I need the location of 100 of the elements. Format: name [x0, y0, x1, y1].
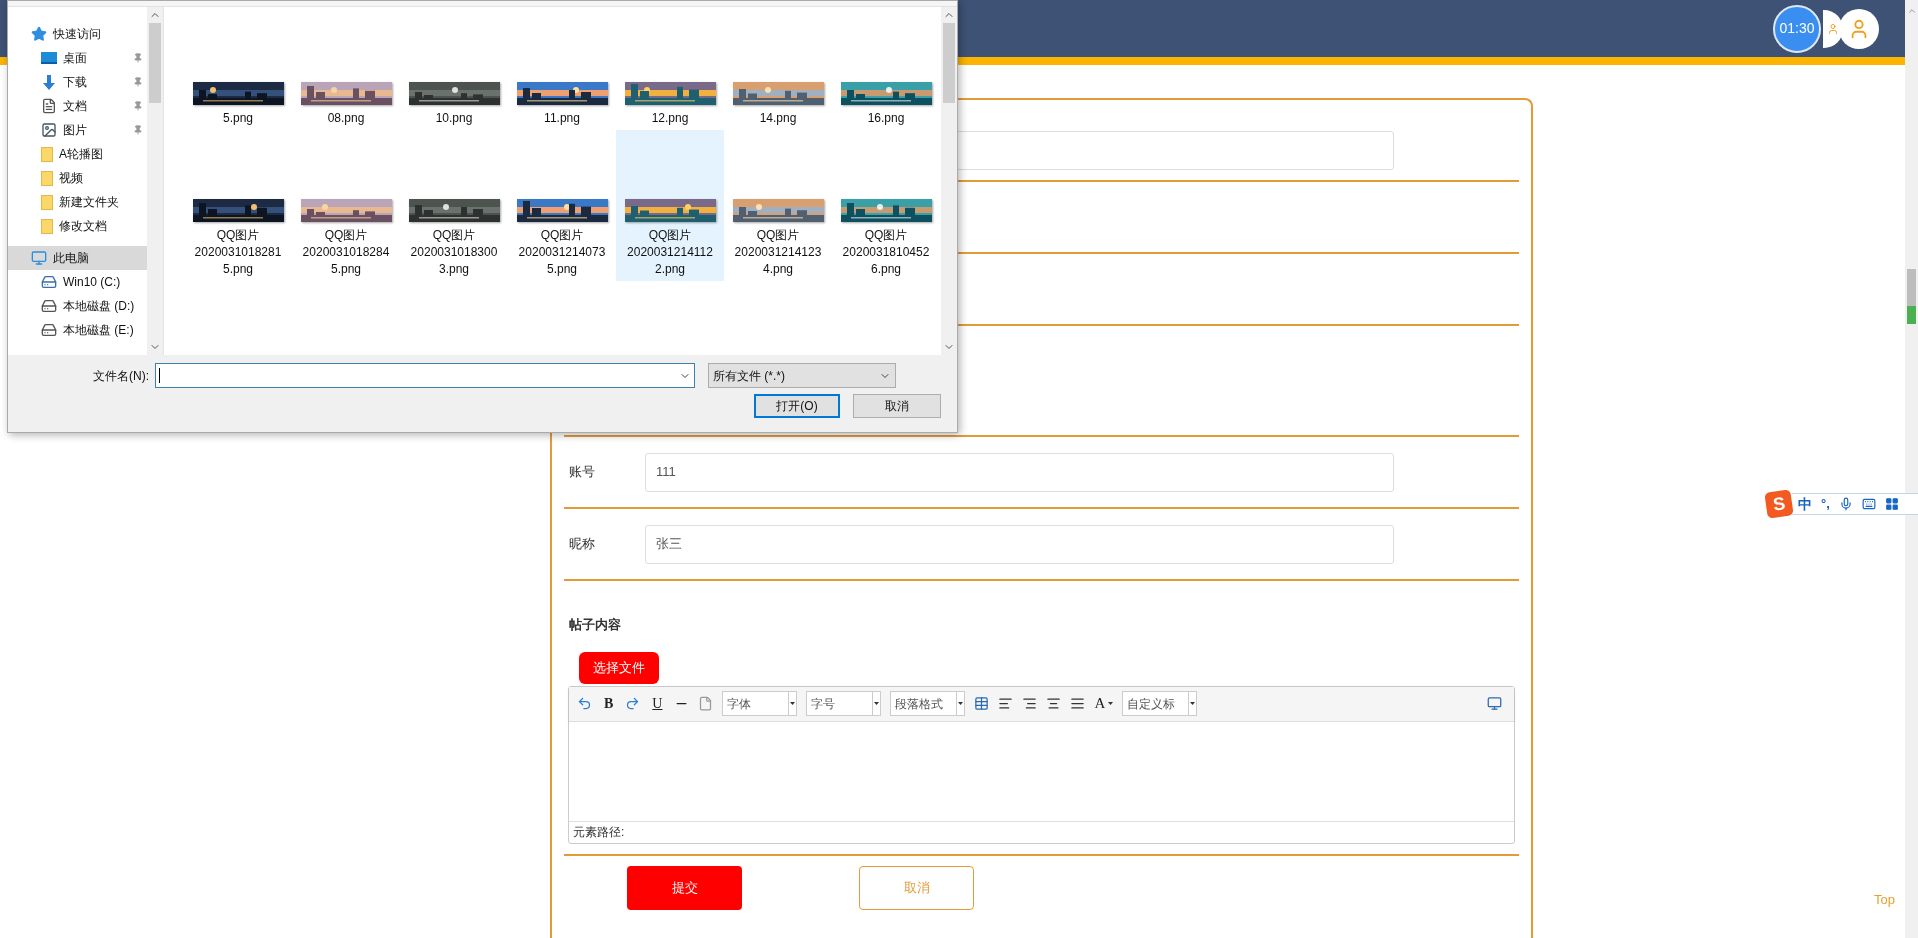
file-name: QQ图片20200312141122.png	[626, 227, 714, 278]
bold-button[interactable]: B	[601, 693, 617, 714]
image-icon	[41, 122, 57, 138]
nav-item[interactable]: Win10 (C:)	[8, 270, 147, 294]
underline-button[interactable]: U	[649, 693, 666, 714]
pin-icon	[133, 53, 143, 63]
folder-icon	[41, 170, 53, 186]
file-item[interactable]: QQ图片20200318104526.png	[832, 130, 940, 281]
nav-label: Win10 (C:)	[63, 274, 121, 291]
toolbar-select[interactable]: 段落格式	[890, 691, 966, 716]
caret-icon	[1108, 702, 1114, 705]
file-item[interactable]: 14.png	[724, 13, 832, 130]
scroll-bar[interactable]	[147, 7, 163, 355]
nav-label: A轮播图	[59, 146, 103, 163]
nav-label: 本地磁盘 (E:)	[63, 322, 134, 339]
align-icon[interactable]	[1022, 696, 1038, 711]
page-scroll-bar[interactable]	[1905, 0, 1918, 938]
nav-item[interactable]: 本地磁盘 (D:)	[8, 294, 147, 318]
nav-item[interactable]: 图片	[8, 118, 147, 142]
source-icon[interactable]	[1487, 696, 1502, 711]
file-name: QQ图片20200318104526.png	[841, 227, 931, 278]
nav-item[interactable]: 快速访问	[8, 22, 147, 46]
page-icon[interactable]	[698, 696, 714, 711]
field-label: 昵称	[568, 535, 596, 554]
table-icon[interactable]	[974, 696, 990, 711]
user-icon[interactable]	[1839, 8, 1879, 49]
text-field[interactable]: 张三	[645, 524, 1394, 564]
nav-label: 新建文件夹	[59, 194, 119, 211]
nav-item[interactable]: 文档	[8, 94, 147, 118]
file-item[interactable]: 12.png	[616, 13, 724, 130]
toolbar-select[interactable]: 字号	[806, 691, 882, 716]
drive-icon	[41, 322, 57, 338]
nav-label: 此电脑	[53, 250, 89, 267]
nav-label: 文档	[63, 98, 87, 115]
toolbar-select[interactable]: 自定义标	[1122, 691, 1198, 716]
drive-icon	[41, 274, 57, 290]
filename-label: 文件名(N):	[92, 367, 150, 385]
scroll-bar[interactable]	[941, 7, 957, 355]
nav-item[interactable]: 下载	[8, 70, 147, 94]
nav-item[interactable]: 视频	[8, 166, 147, 190]
nav-item[interactable]: 桌面	[8, 46, 147, 70]
caret-icon	[790, 702, 796, 705]
nav-item[interactable]: 此电脑	[8, 246, 147, 270]
microphone-icon[interactable]	[1838, 497, 1853, 511]
align-icon[interactable]	[998, 696, 1014, 711]
pin-icon	[133, 125, 143, 135]
nav-label: 下载	[63, 74, 87, 91]
keyboard-icon[interactable]	[1861, 497, 1876, 511]
file-item[interactable]: 10.png	[400, 13, 508, 130]
drive-icon	[41, 298, 57, 314]
file-item[interactable]: QQ图片20200312141122.png	[616, 130, 724, 281]
avatar-icon[interactable]	[1823, 9, 1843, 48]
document-icon	[41, 98, 57, 114]
undo-icon[interactable]	[577, 696, 592, 711]
dialog-button[interactable]: 打开(O)	[754, 394, 840, 418]
text-field[interactable]: 111	[645, 452, 1394, 492]
file-item[interactable]: 08.png	[292, 13, 400, 130]
file-name: QQ图片20200310182815.png	[193, 227, 283, 278]
form-button[interactable]: 提交	[627, 865, 742, 910]
nav-label: 桌面	[63, 50, 87, 67]
grid-icon[interactable]	[1884, 497, 1899, 511]
font-color-button[interactable]: A	[1094, 692, 1114, 715]
nav-item[interactable]: 本地磁盘 (E:)	[8, 318, 147, 342]
redo-icon[interactable]	[625, 696, 641, 711]
nav-item[interactable]: 修改文档	[8, 214, 147, 238]
file-name: QQ图片20200312140735.png	[517, 227, 607, 278]
file-item[interactable]: 11.png	[508, 13, 616, 130]
file-type-select[interactable]: 所有文件 (*.*)	[708, 363, 896, 388]
file-item[interactable]: QQ图片20200310182845.png	[292, 130, 400, 281]
file-item[interactable]: QQ图片20200310182815.png	[184, 130, 292, 281]
ime-punctuation[interactable]: °,	[1821, 494, 1830, 514]
nav-item[interactable]: 新建文件夹	[8, 190, 147, 214]
folder-icon	[41, 194, 53, 210]
file-name: 5.png	[222, 110, 254, 127]
field-label: 账号	[568, 463, 596, 482]
down-arrow-icon	[41, 74, 57, 90]
align-icon[interactable]	[1046, 696, 1062, 711]
nav-label: 修改文档	[59, 218, 107, 235]
nav-item[interactable]: A轮播图	[8, 142, 147, 166]
file-name: 11.png	[543, 110, 581, 127]
file-item[interactable]: QQ图片20200310183003.png	[400, 130, 508, 281]
ime-mode[interactable]: 中	[1798, 493, 1812, 515]
file-item[interactable]: 16.png	[832, 13, 940, 130]
dialog-button[interactable]: 取消	[853, 394, 941, 418]
file-name: 16.png	[866, 110, 906, 127]
folder-icon	[41, 218, 53, 234]
filename-field[interactable]	[155, 363, 695, 388]
toolbar-select[interactable]: 字体	[722, 691, 798, 716]
pin-icon	[133, 77, 143, 87]
pin-icon	[133, 101, 143, 111]
nav-label: 快速访问	[53, 26, 101, 43]
file-name: 10.png	[434, 110, 474, 127]
choose-file-button[interactable]: 选择文件	[579, 651, 659, 684]
computer-icon	[31, 250, 47, 266]
file-name: 12.png	[650, 110, 690, 127]
file-item[interactable]: QQ图片20200312141234.png	[724, 130, 832, 281]
caret-icon	[874, 702, 880, 705]
align-icon[interactable]	[1070, 696, 1086, 711]
file-item[interactable]: QQ图片20200312140735.png	[508, 130, 616, 281]
file-item[interactable]: 5.png	[184, 13, 292, 130]
